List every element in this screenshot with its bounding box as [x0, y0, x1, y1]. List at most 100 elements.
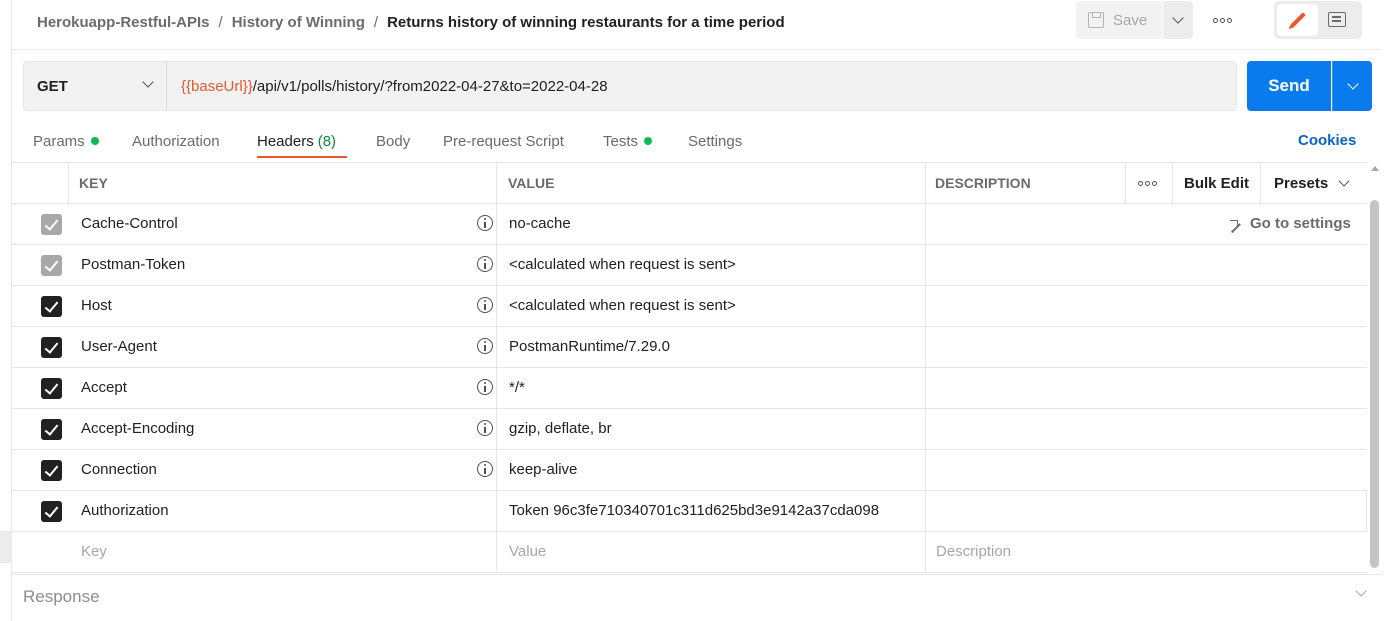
table-row: Cache-Control no-cache Go to settings	[12, 204, 1367, 245]
column-divider	[496, 450, 497, 491]
new-key-input[interactable]: Key	[81, 543, 107, 560]
column-divider	[1172, 163, 1173, 203]
column-divider	[496, 204, 497, 245]
column-divider[interactable]	[925, 163, 926, 203]
header-value[interactable]: <calculated when request is sent>	[509, 297, 736, 314]
header-key[interactable]: Accept	[81, 379, 127, 396]
tab-label: Pre-request Script	[443, 132, 564, 150]
sidebar-resize-handle[interactable]	[0, 531, 12, 563]
tab-tests[interactable]: Tests	[603, 132, 653, 150]
column-options-button[interactable]	[1138, 163, 1157, 203]
row-checkbox[interactable]	[41, 255, 62, 276]
info-icon[interactable]	[477, 215, 493, 231]
header-value[interactable]: */*	[509, 379, 525, 396]
more-actions-button[interactable]	[1210, 12, 1234, 28]
request-header: Herokuapp-Restful-APIs / History of Winn…	[12, 0, 1382, 50]
edit-mode-button[interactable]	[1277, 4, 1318, 36]
table-row: User-Agent PostmanRuntime/7.29.0	[12, 327, 1367, 368]
header-value[interactable]: Token 96c3fe710340701c311d625bd3e9142a37…	[509, 502, 879, 519]
url-input[interactable]: {{baseUrl}}/api/v1/polls/history/?from20…	[167, 61, 1237, 111]
header-value[interactable]: keep-alive	[509, 461, 577, 478]
tab-body[interactable]: Body	[376, 132, 410, 150]
breadcrumb-folder[interactable]: History of Winning	[232, 14, 365, 31]
new-description-input[interactable]: Description	[936, 543, 1011, 560]
cookies-link[interactable]: Cookies	[1298, 132, 1356, 149]
tab-label: Body	[376, 132, 411, 150]
chevron-down-icon[interactable]	[1355, 585, 1367, 597]
info-icon[interactable]	[477, 379, 493, 395]
header-key[interactable]: Cache-Control	[81, 215, 178, 232]
chevron-down-icon	[1172, 12, 1184, 24]
column-divider	[925, 286, 926, 327]
method-label: GET	[37, 77, 68, 95]
dot	[1226, 17, 1232, 23]
new-value-input[interactable]: Value	[509, 543, 546, 560]
header-key[interactable]: Connection	[81, 461, 157, 478]
table-scrollbar[interactable]	[1369, 162, 1380, 574]
tab-label: Headers	[257, 132, 314, 150]
header-value[interactable]: PostmanRuntime/7.29.0	[509, 338, 670, 355]
url-variable: {{baseUrl}}	[181, 77, 253, 95]
column-header-value: VALUE	[508, 175, 555, 191]
save-button[interactable]: Save	[1076, 1, 1162, 39]
breadcrumb-collection[interactable]: Herokuapp-Restful-APIs	[37, 14, 210, 31]
tab-settings[interactable]: Settings	[688, 132, 742, 150]
scroll-up-arrow-icon[interactable]	[1371, 166, 1379, 171]
row-checkbox[interactable]	[41, 419, 62, 440]
view-mode-toggle	[1274, 1, 1362, 39]
send-button[interactable]: Send	[1247, 61, 1331, 111]
info-icon[interactable]	[477, 256, 493, 272]
header-key[interactable]: Postman-Token	[81, 256, 185, 273]
row-checkbox[interactable]	[41, 460, 62, 481]
response-pane[interactable]: Response	[12, 574, 1382, 621]
header-value[interactable]: gzip, deflate, br	[509, 420, 612, 437]
row-checkbox[interactable]	[41, 214, 62, 235]
chevron-down-icon	[1346, 78, 1359, 90]
header-value[interactable]: <calculated when request is sent>	[509, 256, 736, 273]
row-checkbox[interactable]	[41, 296, 62, 317]
header-key[interactable]: Authorization	[81, 502, 169, 519]
comment-icon[interactable]	[1328, 12, 1346, 27]
info-icon[interactable]	[477, 420, 493, 436]
table-row: Host <calculated when request is sent>	[12, 286, 1367, 327]
column-divider[interactable]	[496, 163, 497, 203]
active-tab-indicator	[257, 156, 347, 158]
header-value[interactable]: no-cache	[509, 215, 571, 232]
header-key[interactable]: Host	[81, 297, 112, 314]
info-icon[interactable]	[477, 461, 493, 477]
status-dot	[644, 137, 653, 145]
tab-headers[interactable]: Headers (8)	[257, 132, 336, 150]
chevron-down-icon	[1338, 175, 1350, 187]
send-options-button[interactable]	[1332, 61, 1372, 111]
go-to-settings-label: Go to settings	[1250, 215, 1351, 232]
column-divider	[496, 491, 497, 532]
tab-params[interactable]: Params	[33, 132, 99, 150]
arrow-up-right-icon	[1230, 219, 1238, 228]
breadcrumb-request-title[interactable]: Returns history of winning restaurants f…	[387, 14, 785, 31]
presets-dropdown[interactable]: Presets	[1274, 163, 1350, 203]
tab-pre-request-script[interactable]: Pre-request Script	[443, 132, 564, 150]
column-divider	[1366, 491, 1367, 532]
url-path: /api/v1/polls/history/?from2022-04-27&to…	[252, 77, 608, 95]
bulk-edit-button[interactable]: Bulk Edit	[1184, 163, 1249, 203]
tab-authorization[interactable]: Authorization	[132, 132, 220, 150]
method-select[interactable]: GET	[23, 61, 167, 111]
tab-label: Authorization	[132, 132, 220, 150]
save-options-button[interactable]	[1163, 1, 1193, 39]
row-checkbox[interactable]	[41, 501, 62, 522]
go-to-settings-link[interactable]: Go to settings	[1230, 215, 1351, 232]
header-key[interactable]: User-Agent	[81, 338, 157, 355]
row-checkbox[interactable]	[41, 378, 62, 399]
scrollbar-thumb[interactable]	[1370, 200, 1379, 568]
header-key[interactable]: Accept-Encoding	[81, 420, 194, 437]
pencil-icon	[1289, 12, 1306, 28]
info-icon[interactable]	[477, 297, 493, 313]
dot	[1145, 180, 1150, 186]
column-divider	[925, 204, 926, 245]
breadcrumb-separator: /	[373, 13, 379, 31]
info-icon[interactable]	[477, 338, 493, 354]
table-row: Authorization Token 96c3fe710340701c311d…	[12, 491, 1367, 532]
row-checkbox[interactable]	[41, 337, 62, 358]
column-divider	[925, 491, 926, 532]
column-divider	[1260, 163, 1261, 203]
